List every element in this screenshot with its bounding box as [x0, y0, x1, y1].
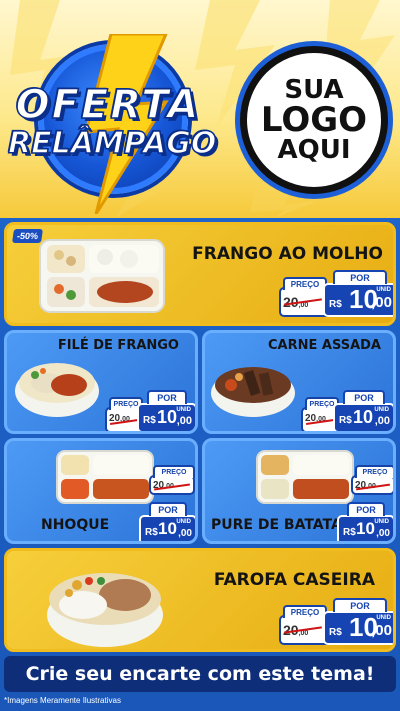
food-bowl-image — [47, 573, 163, 647]
product-name: FILÉ DE FRANGO — [57, 338, 179, 353]
new-price-label: POR — [333, 598, 387, 612]
price-integer: 10 — [353, 407, 374, 427]
currency-label: R$ — [143, 415, 156, 426]
new-price: POR UNID R$ 10 ,00 — [323, 270, 393, 317]
old-price-label: PREÇO — [355, 465, 393, 478]
currency-label: R$ — [329, 627, 342, 638]
currency-label: R$ — [343, 527, 356, 538]
price-tag: PREÇO 20,00 POR UNID R$ 10 ,00 — [279, 270, 393, 317]
unit-label: UNID — [176, 519, 191, 525]
new-price: POR UNID R$ 10 ,00 — [323, 598, 393, 645]
price-cents: ,00 — [371, 294, 392, 311]
old-price: PREÇO 20,00 — [351, 465, 393, 495]
old-price: PREÇO 20,00 — [279, 605, 329, 645]
product-card-carne-assada[interactable]: CARNE ASSADA PREÇO 20,00 POR UNID R$ 10 … — [202, 330, 396, 434]
product-card-file-de-frango[interactable]: FILÉ DE FRANGO PREÇO 20,00 POR UNID R$ 1… — [4, 330, 198, 434]
food-tray-image — [256, 450, 354, 504]
price-cents: ,00 — [374, 415, 390, 427]
price-tag-new: POR UNID R$ 10 ,00 — [139, 502, 195, 541]
old-price-label: PREÇO — [153, 465, 195, 478]
price-cents: ,00 — [376, 528, 390, 539]
logo-placeholder: SUA LOGO AQUI — [240, 46, 388, 194]
new-price-label: POR — [149, 502, 187, 516]
price-tag-new: POR UNID R$ 10 ,00 — [337, 502, 393, 541]
price-integer: 10 — [157, 407, 178, 427]
badge-title-line2: RELÂMPAGO — [7, 125, 217, 162]
product-name: FAROFA CASEIRA — [213, 570, 375, 590]
cta-banner[interactable]: Crie seu encarte com este tema! — [4, 656, 396, 692]
product-name: CARNE ASSADA — [267, 338, 381, 353]
price-cents: ,00 — [371, 622, 392, 639]
price-cents: ,00 — [176, 415, 192, 427]
products-area: -50% FRANGO AO MOLHO PREÇO 20,00 POR UNI… — [0, 218, 400, 711]
food-tray-image — [56, 450, 154, 504]
new-price: POR UNID R$ 10 ,00 — [333, 390, 393, 431]
unit-label: UNID — [376, 615, 391, 621]
price-tag: PREÇO 20,00 POR UNID R$ 10 ,00 — [105, 390, 195, 431]
new-price-label: POR — [333, 270, 387, 284]
new-price: POR UNID R$ 10 ,00 — [337, 502, 393, 541]
unit-label: UNID — [376, 287, 391, 293]
unit-label: UNID — [176, 407, 191, 413]
product-name: PURE DE BATATA — [211, 516, 342, 533]
currency-label: R$ — [329, 299, 342, 310]
old-price-label: PREÇO — [283, 277, 327, 290]
old-price: PREÇO 20,00 — [301, 397, 339, 431]
price-integer: 10 — [356, 519, 375, 538]
new-price: POR UNID R$ 10 ,00 — [137, 390, 195, 431]
oferta-relampago-badge: OFERTA RELÂMPAGO — [7, 34, 217, 214]
currency-label: R$ — [339, 415, 352, 426]
header-banner: OFERTA RELÂMPAGO SUA LOGO AQUI — [0, 0, 400, 218]
price-tag: PREÇO 20,00 POR UNID R$ 10 ,00 — [301, 390, 393, 431]
badge-title-line1: OFERTA — [15, 81, 201, 129]
product-card-pure-de-batata[interactable]: PURE DE BATATA PREÇO 20,00 POR UNID R$ 1… — [202, 438, 396, 544]
currency-label: R$ — [145, 527, 158, 538]
disclaimer-text: *Imagens Meramente Ilustrativas — [4, 696, 121, 705]
logo-text-line3: AQUI — [277, 135, 351, 165]
food-tray-image — [39, 239, 165, 313]
old-price: PREÇO 20,00 — [105, 397, 143, 431]
price-tag: PREÇO 20,00 POR UNID R$ 10 ,00 — [279, 598, 393, 645]
price-cents: ,00 — [178, 528, 192, 539]
logo-text-line2: LOGO — [260, 100, 368, 140]
product-name: FRANGO AO MOLHO — [192, 244, 383, 264]
product-card-farofa-caseira[interactable]: FAROFA CASEIRA PREÇO 20,00 POR UNID R$ 1… — [4, 548, 396, 652]
new-price-label: POR — [147, 390, 187, 404]
product-card-frango-ao-molho[interactable]: -50% FRANGO AO MOLHO PREÇO 20,00 POR UNI… — [4, 222, 396, 326]
old-price: PREÇO 20,00 — [279, 277, 329, 317]
new-price: POR UNID R$ 10 ,00 — [139, 502, 195, 541]
product-card-nhoque[interactable]: NHOQUE PREÇO 20,00 POR UNID R$ 10 ,00 — [4, 438, 198, 544]
unit-label: UNID — [374, 407, 389, 413]
product-name: NHOQUE — [41, 516, 110, 533]
food-bowl-image — [15, 363, 99, 417]
price-integer: 10 — [158, 519, 177, 538]
old-price: PREÇO 20,00 — [149, 465, 195, 495]
new-price-label: POR — [343, 390, 385, 404]
food-bowl-image — [211, 367, 295, 417]
new-price-label: POR — [347, 502, 385, 516]
unit-label: UNID — [374, 519, 389, 525]
old-price-label: PREÇO — [283, 605, 327, 618]
